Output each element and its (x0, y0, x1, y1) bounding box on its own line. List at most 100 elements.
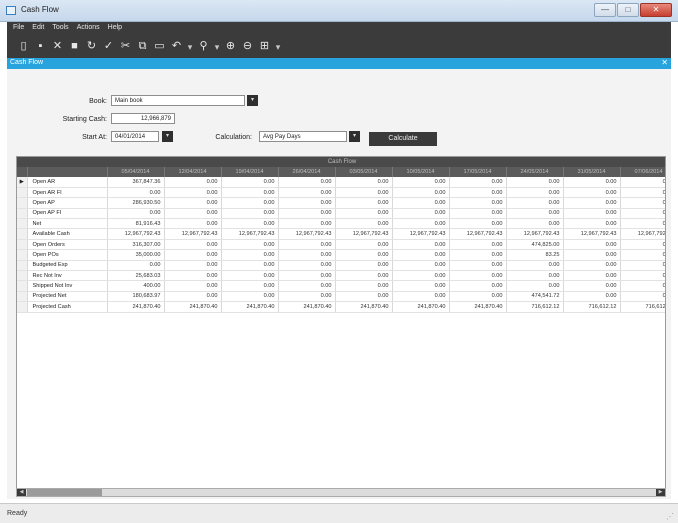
table-cell[interactable]: 12,967,792.43 (392, 228, 450, 240)
copy-icon[interactable]: ⧉ (136, 40, 149, 53)
table-cell[interactable]: 0.00 (449, 249, 507, 261)
table-cell[interactable]: 0.00 (563, 218, 621, 230)
table-cell[interactable]: 0.00 (563, 239, 621, 251)
table-cell[interactable]: 241,870.40 (449, 301, 507, 313)
maximize-button[interactable]: □ (617, 3, 639, 17)
row-indicator[interactable] (17, 260, 28, 272)
table-cell[interactable]: 0.00 (335, 260, 393, 272)
table-cell[interactable]: 0.00 (278, 208, 336, 220)
table-cell[interactable]: 286,930.50 (107, 197, 165, 209)
panel-close-icon[interactable]: ✕ (661, 58, 668, 67)
table-cell[interactable]: 0.00 (164, 218, 222, 230)
table-cell[interactable]: 180,683.97 (107, 291, 165, 303)
row-indicator[interactable] (17, 187, 28, 199)
table-cell[interactable]: 241,870.40 (278, 301, 336, 313)
table-cell[interactable]: 35,000.00 (107, 249, 165, 261)
row-indicator[interactable] (17, 208, 28, 220)
table-cell[interactable]: 0.00 (221, 208, 279, 220)
table-row[interactable]: Open AP 286,930.50 0.00 0.00 0.00 0.00 0.00 0.0… (17, 197, 665, 209)
table-cell[interactable]: 83.25 (506, 249, 564, 261)
table-cell[interactable]: 0.00 (506, 187, 564, 199)
table-cell[interactable]: 0.00 (563, 291, 621, 303)
delete-icon[interactable]: ✕ (51, 40, 64, 53)
table-cell[interactable]: 0.00 (335, 187, 393, 199)
menu-file[interactable]: File (13, 24, 24, 34)
menu-edit[interactable]: Edit (32, 24, 44, 34)
table-cell[interactable]: 0.00 (620, 270, 665, 282)
table-cell[interactable]: 0.00 (506, 260, 564, 272)
row-indicator[interactable] (17, 218, 28, 230)
table-cell[interactable]: 0.00 (563, 280, 621, 292)
table-row[interactable]: Shipped Not Inv 400.00 0.00 0.00 0.00 0.00 0.0… (17, 280, 665, 292)
table-cell[interactable]: 0.00 (506, 218, 564, 230)
table-cell[interactable]: 0.00 (449, 218, 507, 230)
table-cell[interactable]: 0.00 (221, 177, 279, 188)
table-cell[interactable]: 0.00 (563, 260, 621, 272)
row-indicator[interactable]: ▶ (17, 177, 28, 188)
horizontal-scrollbar[interactable]: ◀ ▶ (16, 488, 666, 497)
table-cell[interactable]: 0.00 (563, 270, 621, 282)
column-header[interactable]: 26/04/2014 (278, 167, 336, 177)
undo-dropdown-icon[interactable]: ▾ (187, 40, 193, 53)
row-indicator[interactable] (17, 270, 28, 282)
table-cell[interactable]: 0.00 (164, 197, 222, 209)
table-cell[interactable]: 0.00 (392, 208, 450, 220)
row-indicator[interactable] (17, 249, 28, 261)
save-icon[interactable]: ▪ (34, 40, 47, 53)
table-cell[interactable]: 0.00 (335, 249, 393, 261)
table-cell[interactable]: 0.00 (563, 208, 621, 220)
table-cell[interactable]: 0.00 (620, 239, 665, 251)
table-cell[interactable]: 0.00 (278, 239, 336, 251)
table-cell[interactable]: 0.00 (449, 239, 507, 251)
layout-dropdown-icon[interactable]: ▾ (275, 40, 281, 53)
table-cell[interactable]: 0.00 (620, 280, 665, 292)
table-cell[interactable]: 316,307.00 (107, 239, 165, 251)
table-cell[interactable]: 241,870.40 (107, 301, 165, 313)
table-cell[interactable]: 0.00 (335, 239, 393, 251)
table-cell[interactable]: 0.00 (164, 208, 222, 220)
table-row[interactable]: Rec Not Inv 25,683.03 0.00 0.00 0.00 0.00 0.00… (17, 270, 665, 282)
calendar-icon[interactable]: ▾ (162, 131, 173, 142)
table-cell[interactable]: 241,870.40 (221, 301, 279, 313)
table-cell[interactable]: 0.00 (107, 260, 165, 272)
column-header[interactable]: 12/04/2014 (164, 167, 222, 177)
table-cell[interactable]: 0.00 (620, 187, 665, 199)
table-cell[interactable]: 0.00 (164, 270, 222, 282)
table-cell[interactable]: 0.00 (221, 187, 279, 199)
table-cell[interactable]: 0.00 (449, 280, 507, 292)
table-cell[interactable]: 25,683.03 (107, 270, 165, 282)
table-cell[interactable]: 81,916.43 (107, 218, 165, 230)
table-cell[interactable]: 0.00 (506, 197, 564, 209)
table-cell[interactable]: 0.00 (164, 260, 222, 272)
calculate-button[interactable]: Calculate (369, 132, 437, 146)
column-header[interactable]: 07/06/2014 (620, 167, 665, 177)
table-row[interactable]: Available Cash 12,967,792.43 12,967,792.43… (17, 228, 665, 240)
table-cell[interactable]: 0.00 (221, 270, 279, 282)
column-header[interactable]: 31/05/2014 (563, 167, 621, 177)
table-cell[interactable]: 12,967,792.43 (563, 228, 621, 240)
menu-tools[interactable]: Tools (52, 24, 68, 34)
table-cell[interactable]: 0.00 (392, 260, 450, 272)
table-cell[interactable]: 12,967,792.43 (164, 228, 222, 240)
stop-icon[interactable]: ■ (68, 40, 81, 53)
book-select[interactable]: Main book (111, 95, 245, 106)
table-cell[interactable]: 400.00 (107, 280, 165, 292)
table-cell[interactable]: 0.00 (449, 260, 507, 272)
table-cell[interactable]: 0.00 (278, 249, 336, 261)
table-cell[interactable]: 0.00 (221, 197, 279, 209)
table-cell[interactable]: 0.00 (506, 270, 564, 282)
table-cell[interactable]: 0.00 (506, 280, 564, 292)
table-cell[interactable]: 0.00 (449, 197, 507, 209)
table-cell[interactable]: 0.00 (392, 177, 450, 188)
table-cell[interactable]: 0.00 (164, 239, 222, 251)
table-cell[interactable]: 0.00 (392, 291, 450, 303)
zoom-out-icon[interactable]: ⊖ (241, 40, 254, 53)
table-cell[interactable]: 0.00 (107, 187, 165, 199)
table-cell[interactable]: 0.00 (392, 197, 450, 209)
table-cell[interactable]: 0.00 (335, 270, 393, 282)
table-cell[interactable]: 0.00 (449, 208, 507, 220)
table-cell[interactable]: 0.00 (620, 218, 665, 230)
table-cell[interactable]: 0.00 (164, 187, 222, 199)
start-at-date-input[interactable]: 04/01/2014 (111, 131, 159, 142)
table-cell[interactable]: 0.00 (392, 280, 450, 292)
